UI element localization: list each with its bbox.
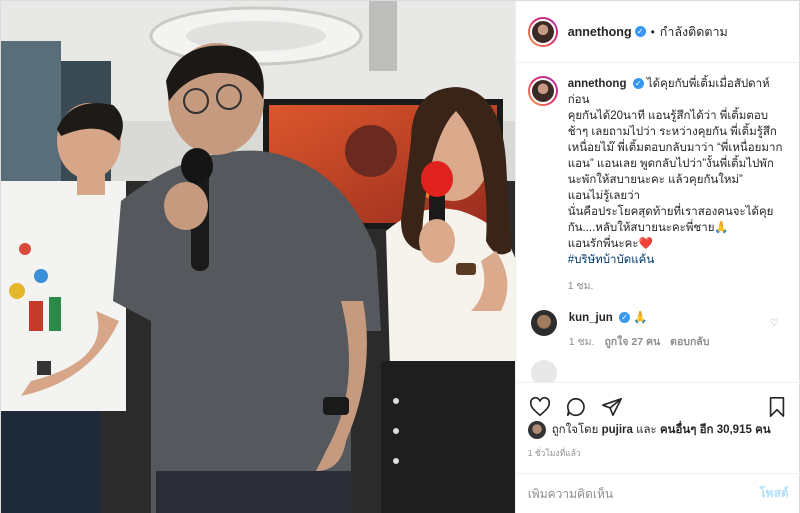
post-comment-button[interactable]: โพสต์ <box>759 484 788 503</box>
commenter-avatar[interactable] <box>530 360 557 382</box>
post-sidebar: annethong ✓ • กำลังติดตาม annethong ✓ ได… <box>514 1 800 513</box>
caption-line: นั่นคือประโยคสุดท้ายที่เราสองคนจะได้คุยก… <box>567 206 774 234</box>
heart-icon[interactable] <box>528 395 552 419</box>
liker-avatar <box>527 421 546 439</box>
comment-likes[interactable]: ถูกใจ 27 คน <box>604 334 660 350</box>
comment-like-heart-icon[interactable]: ♡ <box>770 318 779 329</box>
post-photo[interactable] <box>1 1 515 513</box>
comment-item: kun_jun ✓ 🙏 1 ชม. ถูกใจ 27 คน ตอบกลับ ♡ <box>528 310 787 350</box>
add-comment-bar: โพสต์ <box>515 473 800 513</box>
verified-badge-icon: ✓ <box>634 26 646 37</box>
separator-dot: • <box>650 24 655 39</box>
likes-prefix: ถูกใจโดย <box>551 424 599 436</box>
comment-icon[interactable] <box>564 395 588 419</box>
following-button[interactable]: กำลังติดตาม <box>660 22 728 42</box>
caption-line: คุยกันได้20นาที แอนรู้สึกได้ว่า พี่เติ้ม… <box>567 110 783 186</box>
share-icon[interactable] <box>600 395 624 419</box>
caption-author-avatar[interactable] <box>527 76 558 106</box>
likes-and: และ <box>636 424 657 436</box>
liker-username[interactable]: pujira <box>602 424 633 436</box>
verified-badge-icon: ✓ <box>619 312 630 324</box>
bookmark-icon[interactable] <box>765 395 789 419</box>
comments-section[interactable]: annethong ✓ ได้คุยกับพี่เติ้มเมื่อสัปดาห… <box>516 64 800 382</box>
verified-badge-icon: ✓ <box>632 78 644 90</box>
commenter-username[interactable]: kun_jun <box>569 312 613 324</box>
caption-line: แอนไม่รู้เลยว่า <box>567 190 641 202</box>
caption-username[interactable]: annethong <box>568 78 627 90</box>
author-avatar[interactable] <box>527 16 558 47</box>
photo-illustration <box>1 1 515 513</box>
caption-time: 1 ชม. <box>567 280 594 292</box>
action-bar <box>515 382 800 422</box>
likes-summary: ถูกใจโดย pujira และ คนอื่นๆ อีก 30,915 ค… <box>527 421 771 439</box>
post-timestamp: 1 ชั่วโมงที่แล้ว <box>527 448 581 458</box>
comment-item-partial <box>528 360 787 382</box>
caption: annethong ✓ ได้คุยกับพี่เติ้มเมื่อสัปดาห… <box>527 76 787 294</box>
comment-input[interactable] <box>527 486 752 501</box>
reply-button[interactable]: ตอบกลับ <box>670 334 709 350</box>
instagram-post: annethong ✓ • กำลังติดตาม annethong ✓ ได… <box>0 0 800 513</box>
comment-time: 1 ชม. <box>568 336 595 348</box>
commenter-avatar[interactable] <box>530 310 557 336</box>
hashtag-link[interactable]: #บริษัทบ้าบัดแค้น <box>568 254 655 266</box>
post-header: annethong ✓ • กำลังติดตาม <box>515 1 799 63</box>
caption-text: annethong ✓ ได้คุยกับพี่เติ้มเมื่อสัปดาห… <box>568 76 787 294</box>
author-username[interactable]: annethong <box>568 25 632 39</box>
comment-text: 🙏 <box>633 312 648 324</box>
likes-others-link[interactable]: คนอื่นๆ อีก 30,915 คน <box>660 421 771 439</box>
caption-line: แอนรักพี่นะคะ❤️ <box>567 238 653 250</box>
